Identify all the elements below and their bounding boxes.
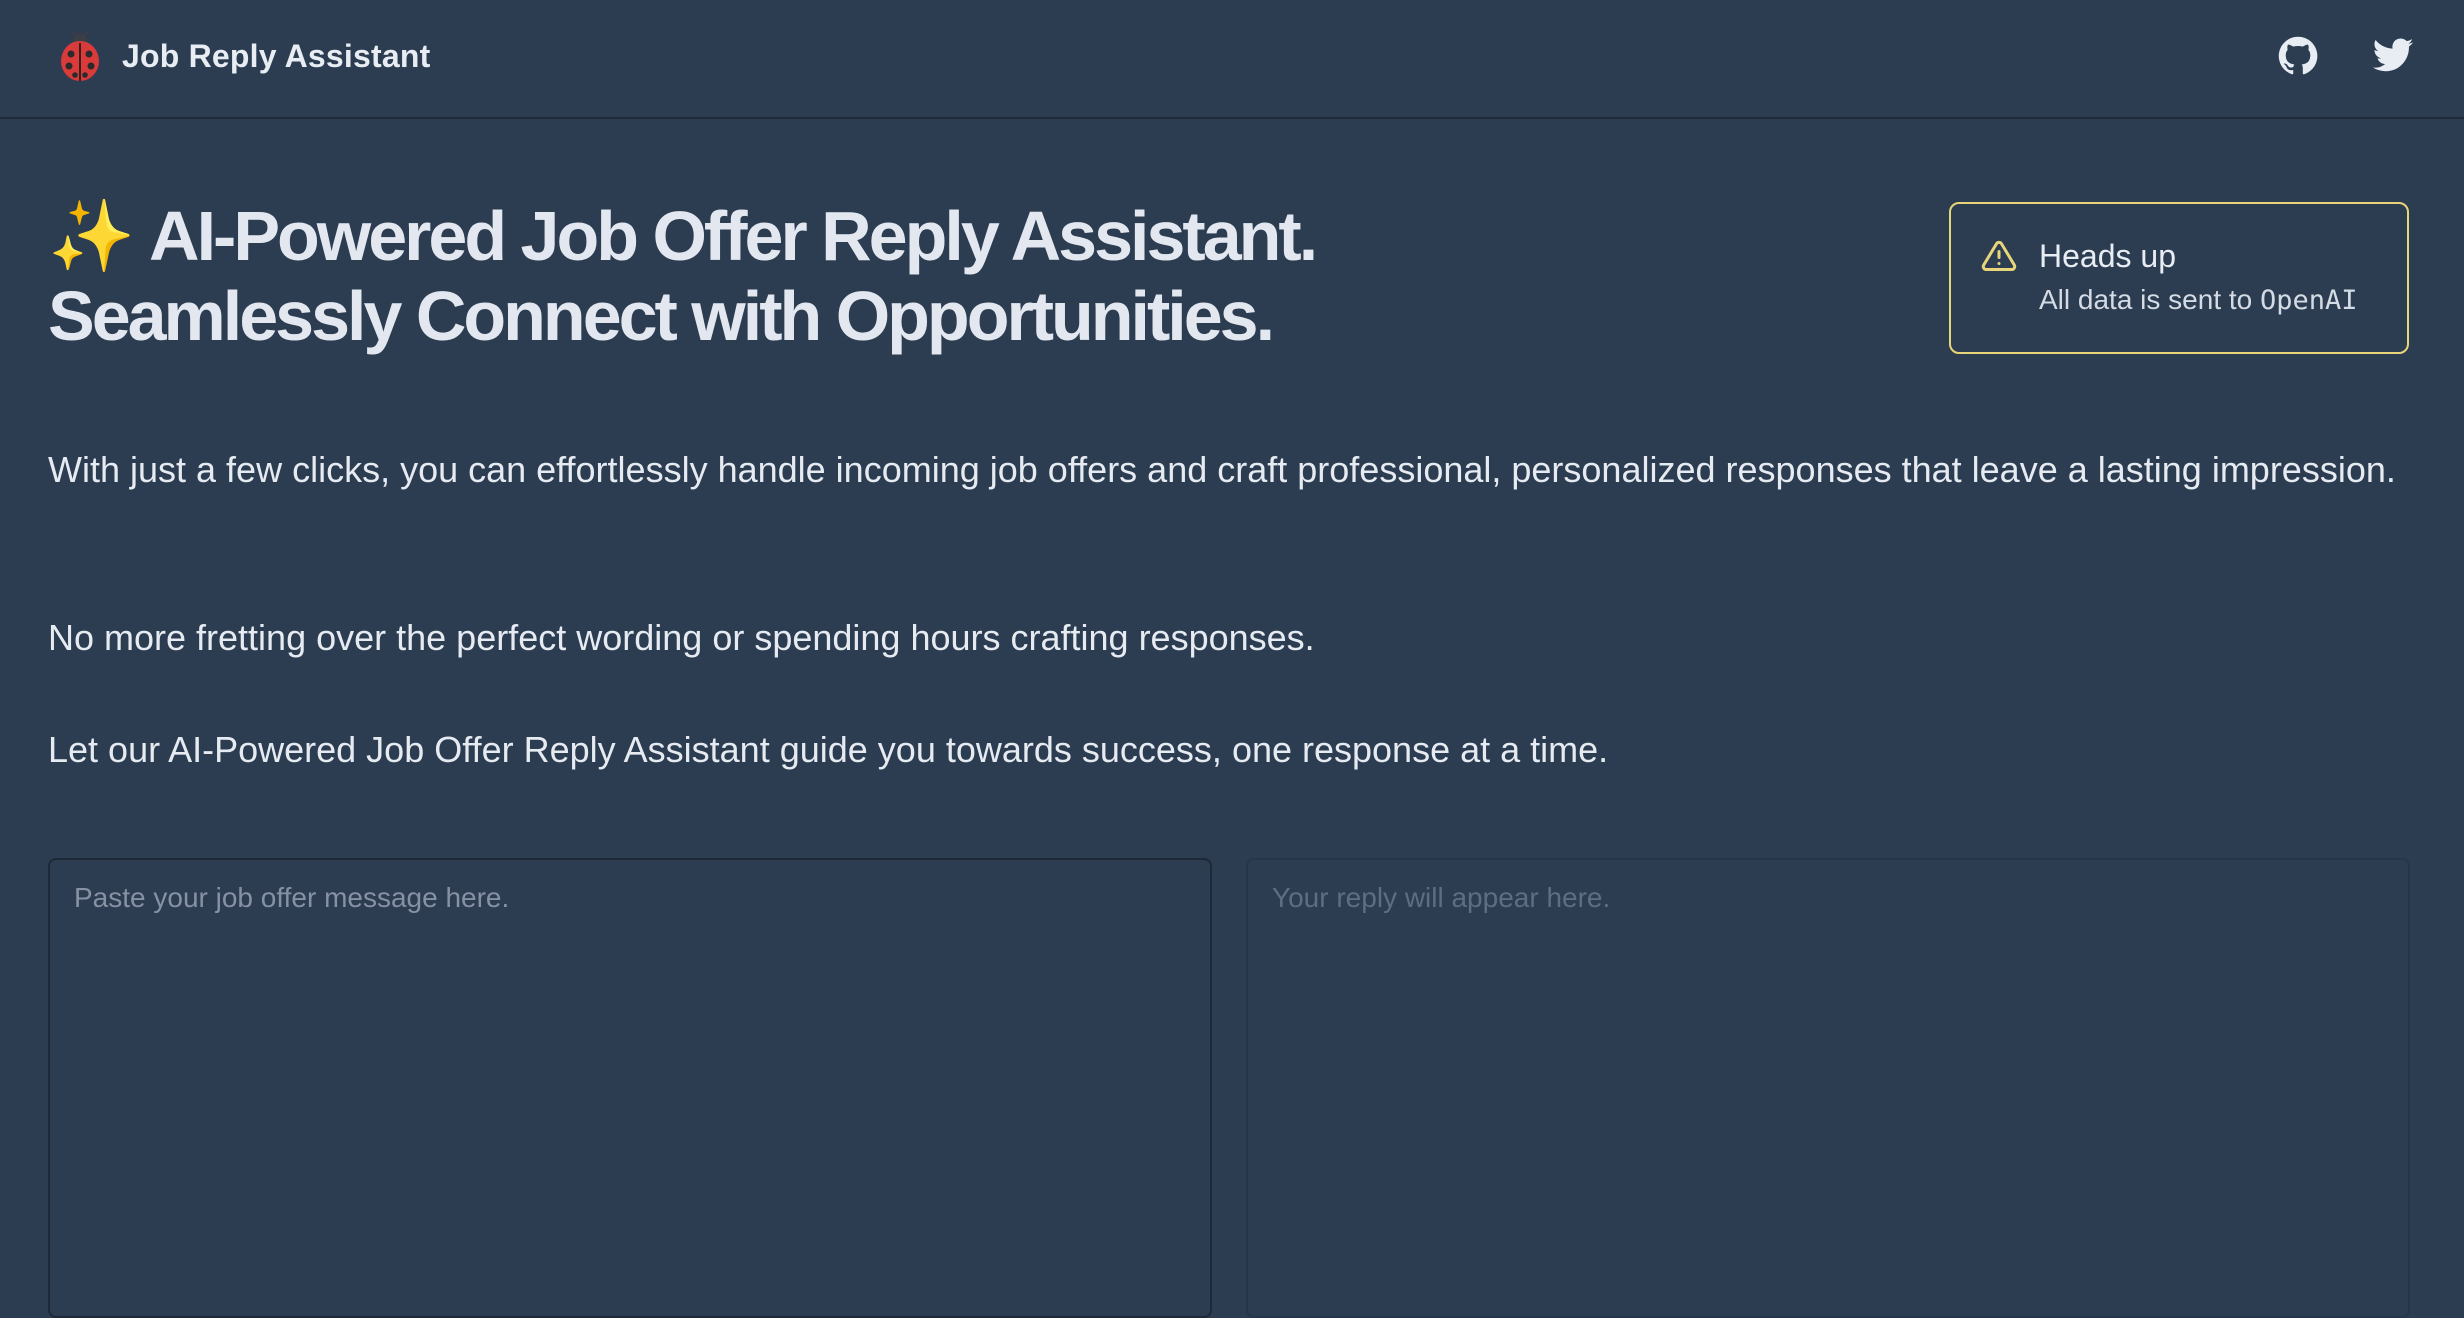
alert-description: All data is sent to OpenAI (2039, 280, 2375, 321)
warning-icon (1981, 240, 2017, 271)
ladybug-icon (61, 30, 99, 81)
job-offer-input[interactable] (48, 858, 1212, 1318)
sparkles-icon: ✨ (48, 197, 136, 275)
alert-title: Heads up (2039, 238, 2176, 274)
reply-output[interactable] (1246, 858, 2410, 1318)
top-navbar: Job Reply Assistant (0, 0, 2464, 119)
heads-up-alert: Heads up All data is sent to OpenAI (1949, 202, 2409, 354)
hero-headline: ✨ AI-Powered Job Offer Reply Assistant. … (48, 196, 1318, 356)
github-icon[interactable] (2274, 32, 2322, 80)
intro-paragraph-1: With just a few clicks, you can effortle… (48, 449, 2396, 490)
app-title: Job Reply Assistant (122, 37, 431, 74)
brand[interactable]: Job Reply Assistant (58, 30, 430, 82)
alert-desc-text: All data is sent to (2039, 284, 2261, 315)
headline-line-2: Seamlessly Connect with Opportunities. (48, 277, 1275, 355)
alert-desc-code: OpenAI (2260, 285, 2358, 316)
intro-paragraph-2: No more fretting over the perfect wordin… (48, 617, 1315, 658)
headline-line-1: AI-Powered Job Offer Reply Assistant. (149, 197, 1318, 275)
twitter-icon[interactable] (2369, 32, 2417, 80)
intro-paragraph-3: Let our AI-Powered Job Offer Reply Assis… (48, 729, 1609, 770)
